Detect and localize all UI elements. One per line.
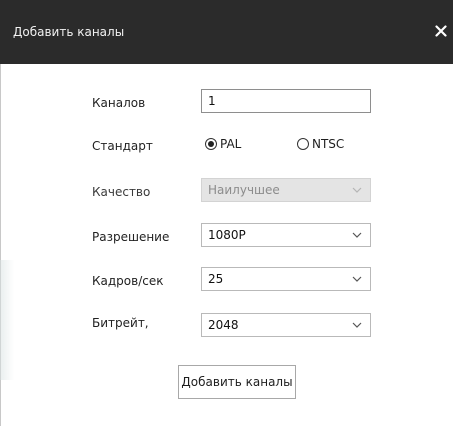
resolution-label: Разрешение	[92, 230, 170, 244]
resolution-select-value: 1080P	[208, 228, 246, 242]
chevron-down-icon	[352, 232, 362, 238]
chevron-down-icon	[352, 276, 362, 282]
add-channels-button[interactable]: Добавить каналы	[178, 365, 296, 399]
close-icon	[435, 25, 447, 37]
bitrate-label: Битрейт,	[92, 316, 149, 330]
fps-select[interactable]: 25	[201, 267, 371, 291]
resolution-select[interactable]: 1080P	[201, 223, 371, 247]
bitrate-select-value: 2048	[208, 318, 239, 332]
radio-ntsc-label: NTSC	[312, 137, 345, 151]
radio-checked-icon	[205, 138, 217, 150]
bitrate-select[interactable]: 2048	[201, 313, 371, 337]
channels-label: Каналов	[92, 96, 146, 110]
close-button[interactable]	[429, 18, 453, 44]
standard-label: Стандарт	[92, 139, 153, 153]
standard-radio-ntsc[interactable]: NTSC	[297, 136, 344, 152]
add-channels-dialog: Добавить каналы Каналов 1 Стандарт PAL N…	[0, 0, 453, 426]
radio-unchecked-icon	[297, 138, 309, 150]
channels-input[interactable]: 1	[201, 89, 371, 113]
standard-radio-pal[interactable]: PAL	[205, 136, 241, 152]
quality-label: Качество	[92, 185, 151, 199]
radio-pal-label: PAL	[220, 137, 242, 151]
fps-label: Кадров/сек	[92, 274, 164, 288]
quality-select-value: Наилучшее	[208, 183, 280, 197]
quality-select: Наилучшее	[201, 178, 371, 202]
dialog-title: Добавить каналы	[13, 25, 125, 39]
background-watermark	[0, 260, 14, 380]
fps-select-value: 25	[208, 272, 224, 286]
chevron-down-icon	[352, 187, 362, 193]
title-bar: Добавить каналы	[0, 0, 453, 64]
chevron-down-icon	[352, 322, 362, 328]
